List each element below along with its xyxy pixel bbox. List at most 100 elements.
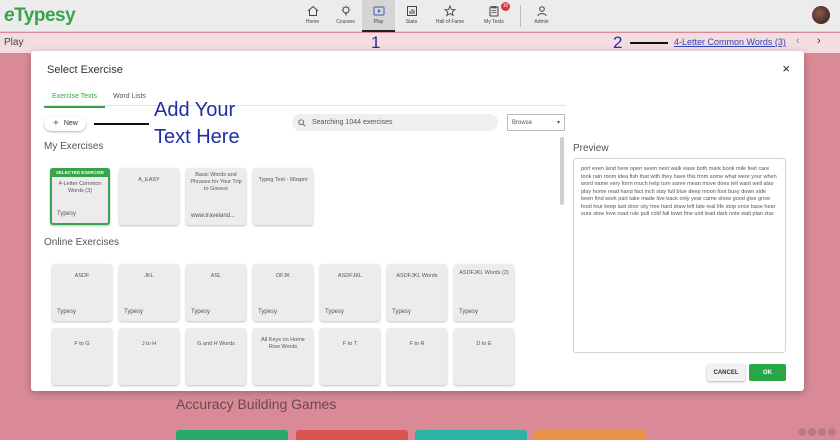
exercise-card[interactable]: All Keys on Home Row Words <box>253 328 313 385</box>
exercise-card-title: ASDFJKL Words (2) <box>459 270 509 276</box>
new-exercise-button[interactable]: + New <box>44 116 86 131</box>
nav-stats[interactable]: Stats <box>395 0 428 32</box>
nav-my-tests[interactable]: 10 My Tests <box>472 0 516 32</box>
chevron-down-icon: ▾ <box>556 120 560 126</box>
selected-exercise-badge: SELECTED EXERCISE <box>50 168 110 177</box>
exercise-card[interactable]: A_EASY <box>119 168 179 225</box>
exercise-card-selected[interactable]: SELECTED EXERCISE 4-Letter Common Words … <box>50 168 110 225</box>
nav-home[interactable]: Home <box>296 0 329 32</box>
annotation-text: Add Your Text Here <box>154 99 240 148</box>
select-exercise-modal: Select Exercise × Exercise Texts Word Li… <box>31 51 804 391</box>
star-icon <box>444 5 456 17</box>
nav-divider <box>520 5 521 27</box>
game-button[interactable] <box>296 430 408 440</box>
social-links <box>798 428 836 436</box>
nav-hall-of-fame[interactable]: Hall of Fame <box>428 0 472 32</box>
game-button[interactable] <box>415 430 527 440</box>
user-icon <box>536 6 547 17</box>
new-button-label: New <box>63 120 78 127</box>
ok-button[interactable]: OK <box>749 364 786 381</box>
exercise-card-title: Basic Words and Phrases for Your Trip to… <box>190 172 242 192</box>
exercise-card-title: Typeg Test - 66wpm <box>258 177 308 183</box>
logo-text: Typesy <box>14 5 76 26</box>
play-subbar: Play 1 2 4-Letter Common Words (3) ‹ › <box>0 33 840 53</box>
twitter-icon[interactable] <box>808 428 816 436</box>
chevron-right-icon[interactable]: › <box>817 35 821 47</box>
exercise-card[interactable]: G and H Words <box>186 328 246 385</box>
play-icon <box>373 6 384 16</box>
avatar[interactable] <box>812 6 830 24</box>
game-button[interactable] <box>534 430 646 440</box>
my-exercises-title: My Exercises <box>44 141 104 152</box>
nav-admin-label: Admin <box>534 19 549 25</box>
exercise-card[interactable]: D to E <box>454 328 514 385</box>
annotation-number-1: 1 <box>371 33 381 52</box>
browse-select[interactable]: Browse ▾ <box>507 114 565 131</box>
annotation-number-2: 2 <box>613 33 623 52</box>
exercise-card-title: G and H Words <box>197 341 235 347</box>
exercise-card-source: Typesy <box>57 309 77 315</box>
lightbulb-icon <box>341 5 350 16</box>
exercise-card-title: J to H <box>141 341 157 347</box>
online-exercises-title: Online Exercises <box>44 237 120 248</box>
plus-icon: + <box>53 118 59 129</box>
exercise-card[interactable]: ASDFJKL Words (2) Typesy <box>454 264 514 321</box>
exercise-card-source: Typesy <box>325 309 345 315</box>
top-nav-bar: eTypesy Home Courses Play Stats Hall of … <box>0 0 840 32</box>
facebook-icon[interactable] <box>798 428 806 436</box>
exercise-card-title: A_EASY <box>138 177 160 183</box>
exercise-card-title: All Keys on Home Row Words <box>261 337 305 350</box>
exercise-card-title: ASDFJKL <box>337 273 363 279</box>
nav-admin[interactable]: Admin <box>525 0 558 32</box>
nav-play[interactable]: Play <box>362 0 395 32</box>
exercise-card[interactable]: ASL Typesy <box>186 264 246 321</box>
nav-home-label: Home <box>305 19 320 25</box>
exercise-card[interactable]: J to H <box>119 328 179 385</box>
exercise-card[interactable]: ASDFJKL Typesy <box>320 264 380 321</box>
nav-courses[interactable]: Courses <box>329 0 362 32</box>
search-placeholder: Searching 1044 exercises <box>312 119 393 126</box>
exercise-card[interactable]: JKL Typesy <box>119 264 179 321</box>
instagram-icon[interactable] <box>818 428 826 436</box>
game-button[interactable] <box>176 430 288 440</box>
youtube-icon[interactable] <box>828 428 836 436</box>
exercise-card-title: ASDF <box>74 273 90 279</box>
exercise-card[interactable]: Basic Words and Phrases for Your Trip to… <box>186 168 246 225</box>
close-icon[interactable]: × <box>782 61 790 76</box>
current-exercise-link[interactable]: 4-Letter Common Words (3) <box>674 37 786 47</box>
exercise-card-title: DFJK <box>276 273 290 279</box>
browse-value: Browse <box>512 119 533 126</box>
exercise-card[interactable]: ASDF Typesy <box>52 264 112 321</box>
chevron-left-icon[interactable]: ‹ <box>796 35 800 47</box>
exercise-card[interactable]: F to T <box>320 328 380 385</box>
home-icon <box>307 5 318 16</box>
exercise-card-source: Typesy <box>392 309 412 315</box>
exercise-card-title: ASDFJKL Words <box>396 273 438 279</box>
search-input[interactable]: Searching 1044 exercises <box>292 114 498 131</box>
logo-prefix: e <box>4 5 15 26</box>
preview-text: port even land here open seem next walk … <box>573 158 786 353</box>
annotation-line <box>94 123 149 125</box>
accuracy-games-title: Accuracy Building Games <box>176 396 337 412</box>
search-icon <box>298 118 306 127</box>
exercise-card[interactable]: F to R <box>387 328 447 385</box>
nav-stats-label: Stats <box>405 19 418 25</box>
exercise-card-title: 4-Letter Common Words (3) <box>58 181 102 194</box>
exercise-card[interactable]: DFJK Typesy <box>253 264 313 321</box>
nav-my-tests-label: My Tests <box>484 19 504 25</box>
stats-icon <box>406 6 417 16</box>
cancel-button[interactable]: CANCEL <box>707 364 745 381</box>
scrollbar[interactable] <box>560 137 564 205</box>
exercise-card-title: F to G <box>74 341 90 347</box>
exercise-card-title: ASL <box>210 273 222 279</box>
typesy-logo[interactable]: eTypesy <box>4 5 76 27</box>
exercise-card[interactable]: F to G <box>52 328 112 385</box>
preview-title: Preview <box>573 143 609 154</box>
exercise-card-title: F to T <box>342 341 358 347</box>
exercise-card[interactable]: ASDFJKL Words Typesy <box>387 264 447 321</box>
exercise-card-title: JKL <box>144 273 154 279</box>
nav-courses-label: Courses <box>336 19 355 25</box>
exercise-card[interactable]: Typeg Test - 66wpm <box>253 168 313 225</box>
page-title: Play <box>4 37 24 48</box>
exercise-card-source: Typesy <box>57 211 77 217</box>
